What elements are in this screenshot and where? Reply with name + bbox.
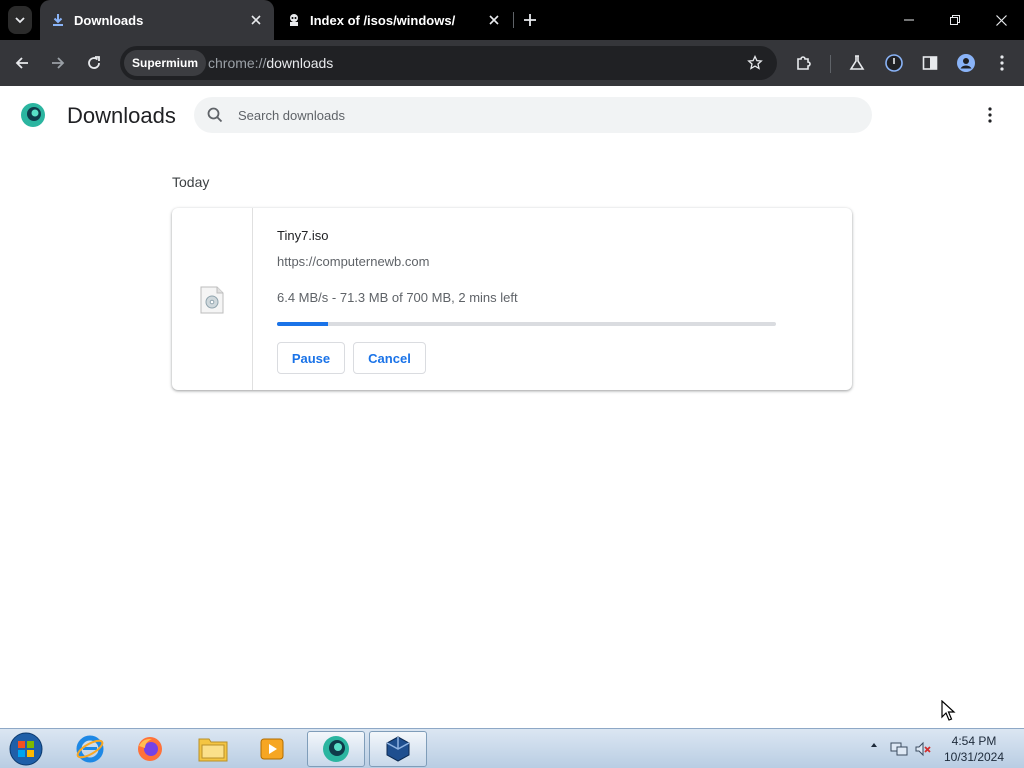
plus-icon	[524, 14, 536, 26]
tab-title: Downloads	[74, 12, 144, 28]
extension-icon	[885, 54, 903, 72]
flask-icon	[849, 55, 865, 70]
url-scheme: chrome://	[208, 55, 267, 71]
tab-strip: Downloads Index of /isos/windows/	[0, 0, 1024, 40]
site-icon	[286, 12, 302, 28]
search-input[interactable]	[238, 97, 858, 133]
url-host: downloads	[266, 55, 334, 71]
address-bar[interactable]: Supermium chrome://downloads	[120, 46, 777, 80]
internet-explorer-icon	[76, 735, 104, 763]
download-status: 6.4 MB/s - 71.3 MB of 700 MB, 2 mins lef…	[277, 290, 518, 305]
download-icon	[50, 12, 66, 28]
close-icon[interactable]	[484, 10, 504, 30]
date-section-label: Today	[172, 174, 210, 190]
page-title: Downloads	[67, 103, 176, 128]
avatar-icon	[957, 54, 975, 72]
new-tab-button[interactable]	[518, 8, 542, 32]
taskbar-supermium[interactable]	[307, 731, 365, 767]
tab-search-button[interactable]	[8, 6, 32, 34]
clock-date: 10/31/2024	[943, 750, 1005, 764]
more-actions-button[interactable]	[978, 103, 1002, 127]
tab-index-of-isos[interactable]: Index of /isos/windows/	[276, 0, 512, 40]
close-icon[interactable]	[246, 10, 266, 30]
download-item: Tiny7.iso https://computernewb.com 6.4 M…	[172, 208, 852, 390]
tab-separator	[513, 12, 514, 28]
back-button[interactable]	[8, 49, 36, 77]
downloads-page: Downloads Today Tiny7.iso https://comput…	[0, 86, 1024, 728]
search-icon	[207, 107, 223, 123]
reload-icon	[88, 56, 100, 69]
firefox-icon	[138, 737, 162, 761]
progress-fill	[277, 322, 328, 326]
taskbar-file-explorer[interactable]	[184, 731, 242, 767]
extensions-button[interactable]	[790, 49, 818, 77]
network-icon[interactable]	[890, 741, 908, 757]
taskbar-firefox[interactable]	[121, 731, 179, 767]
volume-muted-icon[interactable]	[914, 741, 932, 757]
clock-time: 4:54 PM	[951, 734, 997, 748]
file-explorer-icon	[198, 738, 228, 762]
puzzle-icon	[797, 56, 811, 70]
cancel-button[interactable]: Cancel	[353, 342, 426, 374]
browser-menu-button[interactable]	[988, 49, 1016, 77]
file-icon-column	[172, 208, 253, 390]
kebab-menu-icon	[1000, 55, 1004, 71]
windows-orb-icon	[9, 732, 43, 766]
file-name[interactable]: Tiny7.iso	[277, 228, 329, 243]
disc-image-file-icon	[200, 286, 224, 314]
download-progress-bar	[277, 322, 776, 326]
system-clock[interactable]: 4:54 PM 10/31/2024	[936, 733, 1012, 765]
labs-button[interactable]	[843, 49, 871, 77]
taskbar-virtualbox[interactable]	[369, 731, 427, 767]
restore-button[interactable]	[932, 0, 978, 40]
extension-button[interactable]	[880, 49, 908, 77]
pause-button[interactable]: Pause	[277, 342, 345, 374]
arrow-left-icon	[15, 57, 28, 69]
minimize-button[interactable]	[886, 0, 932, 40]
tab-title: Index of /isos/windows/	[310, 12, 456, 28]
browser-toolbar: Supermium chrome://downloads	[0, 40, 1024, 86]
forward-button[interactable]	[44, 49, 72, 77]
close-window-button[interactable]	[978, 0, 1024, 40]
kebab-menu-icon	[988, 107, 992, 123]
virtualbox-icon	[386, 736, 410, 762]
taskbar-media-player[interactable]	[243, 731, 301, 767]
reload-button[interactable]	[80, 49, 108, 77]
browser-chip[interactable]: Supermium	[124, 50, 207, 76]
taskbar: 4:54 PM 10/31/2024	[0, 728, 1024, 768]
supermium-icon	[323, 736, 349, 762]
start-button[interactable]	[6, 731, 46, 767]
source-url[interactable]: https://computernewb.com	[277, 254, 429, 269]
close-icon	[995, 14, 1007, 26]
search-bar[interactable]	[194, 97, 872, 133]
chevron-down-icon	[15, 17, 25, 24]
side-panel-button[interactable]	[916, 49, 944, 77]
minimize-icon	[904, 19, 914, 21]
profile-button[interactable]	[952, 49, 980, 77]
bookmark-star-icon[interactable]	[745, 53, 765, 73]
toolbar-divider	[830, 55, 831, 73]
tab-downloads[interactable]: Downloads	[40, 0, 274, 40]
side-panel-icon	[922, 56, 938, 70]
supermium-logo-icon	[21, 103, 45, 127]
show-hidden-icons-icon[interactable]	[870, 741, 878, 749]
media-player-icon	[260, 738, 284, 760]
taskbar-internet-explorer[interactable]	[61, 731, 119, 767]
url-text[interactable]: chrome://downloads	[208, 46, 333, 80]
restore-icon	[950, 15, 960, 25]
arrow-right-icon	[52, 57, 65, 69]
mouse-cursor-icon	[941, 700, 956, 721]
